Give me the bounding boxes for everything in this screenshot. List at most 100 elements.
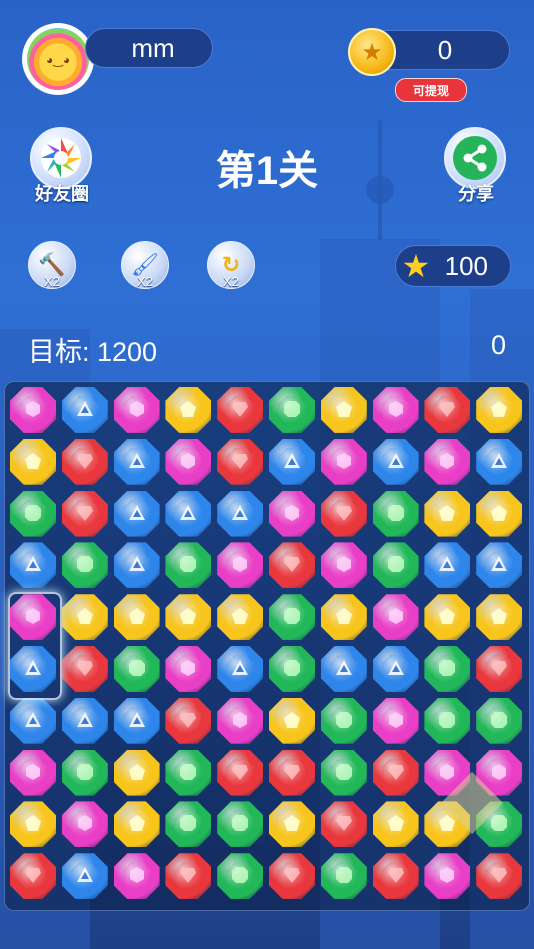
red-gem[interactable] [61, 646, 108, 692]
green-gem[interactable] [320, 697, 367, 744]
yellow-gem[interactable] [165, 387, 212, 433]
blue-gem[interactable] [113, 438, 160, 485]
blue-gem[interactable] [113, 542, 160, 589]
red-gem[interactable] [61, 490, 108, 537]
red-gem[interactable] [372, 853, 419, 900]
pink-gem[interactable] [113, 387, 160, 433]
yellow-gem[interactable] [476, 490, 523, 537]
red-gem[interactable] [476, 853, 523, 900]
pink-gem[interactable] [217, 542, 264, 589]
yellow-gem[interactable] [424, 490, 471, 537]
blue-gem[interactable] [372, 438, 419, 485]
yellow-gem[interactable] [113, 749, 160, 796]
green-gem[interactable] [424, 697, 471, 744]
yellow-gem[interactable] [320, 387, 367, 433]
brush-count: X2 [137, 274, 153, 289]
pink-gem[interactable] [372, 697, 419, 744]
green-gem[interactable] [269, 387, 315, 433]
red-gem[interactable] [165, 697, 212, 744]
blue-gem[interactable] [217, 646, 264, 692]
green-gem[interactable] [269, 594, 315, 641]
pink-gem[interactable] [217, 697, 264, 744]
red-gem[interactable] [372, 749, 419, 796]
blue-gem[interactable] [113, 490, 160, 537]
blue-gem[interactable] [424, 542, 471, 589]
blue-gem[interactable] [113, 697, 160, 744]
blue-gem[interactable] [61, 387, 108, 433]
green-gem[interactable] [113, 646, 160, 692]
blue-gem[interactable] [165, 490, 212, 537]
yellow-gem[interactable] [217, 594, 264, 641]
yellow-gem[interactable] [10, 801, 56, 848]
player-name: mm [85, 28, 213, 68]
pink-gem[interactable] [165, 438, 212, 485]
red-gem[interactable] [269, 853, 315, 900]
blue-gem[interactable] [217, 490, 264, 537]
yellow-gem[interactable] [476, 387, 523, 433]
avatar[interactable]: ◕‿◕ [22, 23, 94, 95]
blue-gem[interactable] [10, 697, 56, 744]
pink-gem[interactable] [113, 853, 160, 900]
yellow-gem[interactable] [269, 801, 315, 848]
yellow-gem[interactable] [372, 801, 419, 848]
pink-gem[interactable] [10, 749, 56, 796]
pink-gem[interactable] [165, 646, 212, 692]
yellow-gem[interactable] [476, 594, 523, 641]
red-gem[interactable] [269, 749, 315, 796]
current-score: 0 [490, 330, 506, 360]
green-gem[interactable] [476, 697, 523, 744]
blue-gem[interactable] [320, 646, 367, 692]
yellow-gem[interactable] [424, 594, 471, 641]
pink-gem[interactable] [269, 490, 315, 537]
pink-gem[interactable] [424, 438, 471, 485]
blue-gem[interactable] [476, 542, 523, 589]
green-gem[interactable] [165, 801, 212, 848]
blue-gem[interactable] [10, 542, 56, 589]
green-gem[interactable] [320, 749, 367, 796]
blue-gem[interactable] [476, 438, 523, 485]
yellow-gem[interactable] [10, 438, 56, 485]
green-gem[interactable] [61, 749, 108, 796]
red-gem[interactable] [217, 749, 264, 796]
green-gem[interactable] [372, 542, 419, 589]
pink-gem[interactable] [320, 542, 367, 589]
red-gem[interactable] [61, 438, 108, 485]
yellow-gem[interactable] [113, 801, 160, 848]
green-gem[interactable] [61, 542, 108, 589]
green-gem[interactable] [320, 853, 367, 900]
red-gem[interactable] [217, 387, 264, 433]
blue-gem[interactable] [61, 853, 108, 900]
red-gem[interactable] [320, 801, 367, 848]
red-gem[interactable] [320, 490, 367, 537]
green-gem[interactable] [269, 646, 315, 692]
blue-gem[interactable] [372, 646, 419, 692]
pink-gem[interactable] [320, 438, 367, 485]
yellow-gem[interactable] [320, 594, 367, 641]
pink-gem[interactable] [424, 853, 471, 900]
red-gem[interactable] [269, 542, 315, 589]
green-gem[interactable] [165, 542, 212, 589]
yellow-gem[interactable] [165, 594, 212, 641]
green-gem[interactable] [165, 749, 212, 796]
blue-gem[interactable] [61, 697, 108, 744]
red-gem[interactable] [476, 646, 523, 692]
green-gem[interactable] [424, 646, 471, 692]
green-gem[interactable] [217, 801, 264, 848]
green-gem[interactable] [10, 490, 56, 537]
withdraw-button[interactable]: 可提现 [395, 78, 467, 102]
blue-gem[interactable] [269, 438, 315, 485]
green-gem[interactable] [217, 853, 264, 900]
yellow-gem[interactable] [113, 594, 160, 641]
yellow-gem[interactable] [61, 594, 108, 641]
red-gem[interactable] [217, 438, 264, 485]
pink-gem[interactable] [61, 801, 108, 848]
pink-gem[interactable] [372, 387, 419, 433]
green-gem[interactable] [372, 490, 419, 537]
red-gem[interactable] [165, 853, 212, 900]
pink-gem[interactable] [372, 594, 419, 641]
target-score-label: 目标: 1200 [28, 337, 158, 367]
pink-gem[interactable] [10, 387, 56, 433]
red-gem[interactable] [424, 387, 471, 433]
red-gem[interactable] [10, 853, 56, 900]
yellow-gem[interactable] [269, 697, 315, 744]
